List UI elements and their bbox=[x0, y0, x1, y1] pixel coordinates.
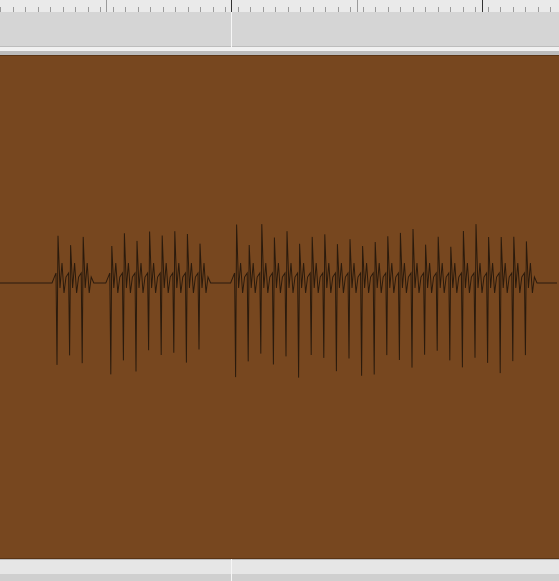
track-header-strip bbox=[0, 12, 559, 46]
audio-editor-timeline bbox=[0, 0, 559, 581]
waveform-path bbox=[0, 224, 557, 378]
next-track-header bbox=[0, 574, 559, 581]
ruler-ticks bbox=[0, 0, 551, 12]
audio-clip[interactable] bbox=[0, 55, 559, 559]
playhead-icon[interactable] bbox=[231, 12, 232, 48]
waveform bbox=[0, 224, 557, 378]
playhead-lower bbox=[231, 559, 232, 581]
